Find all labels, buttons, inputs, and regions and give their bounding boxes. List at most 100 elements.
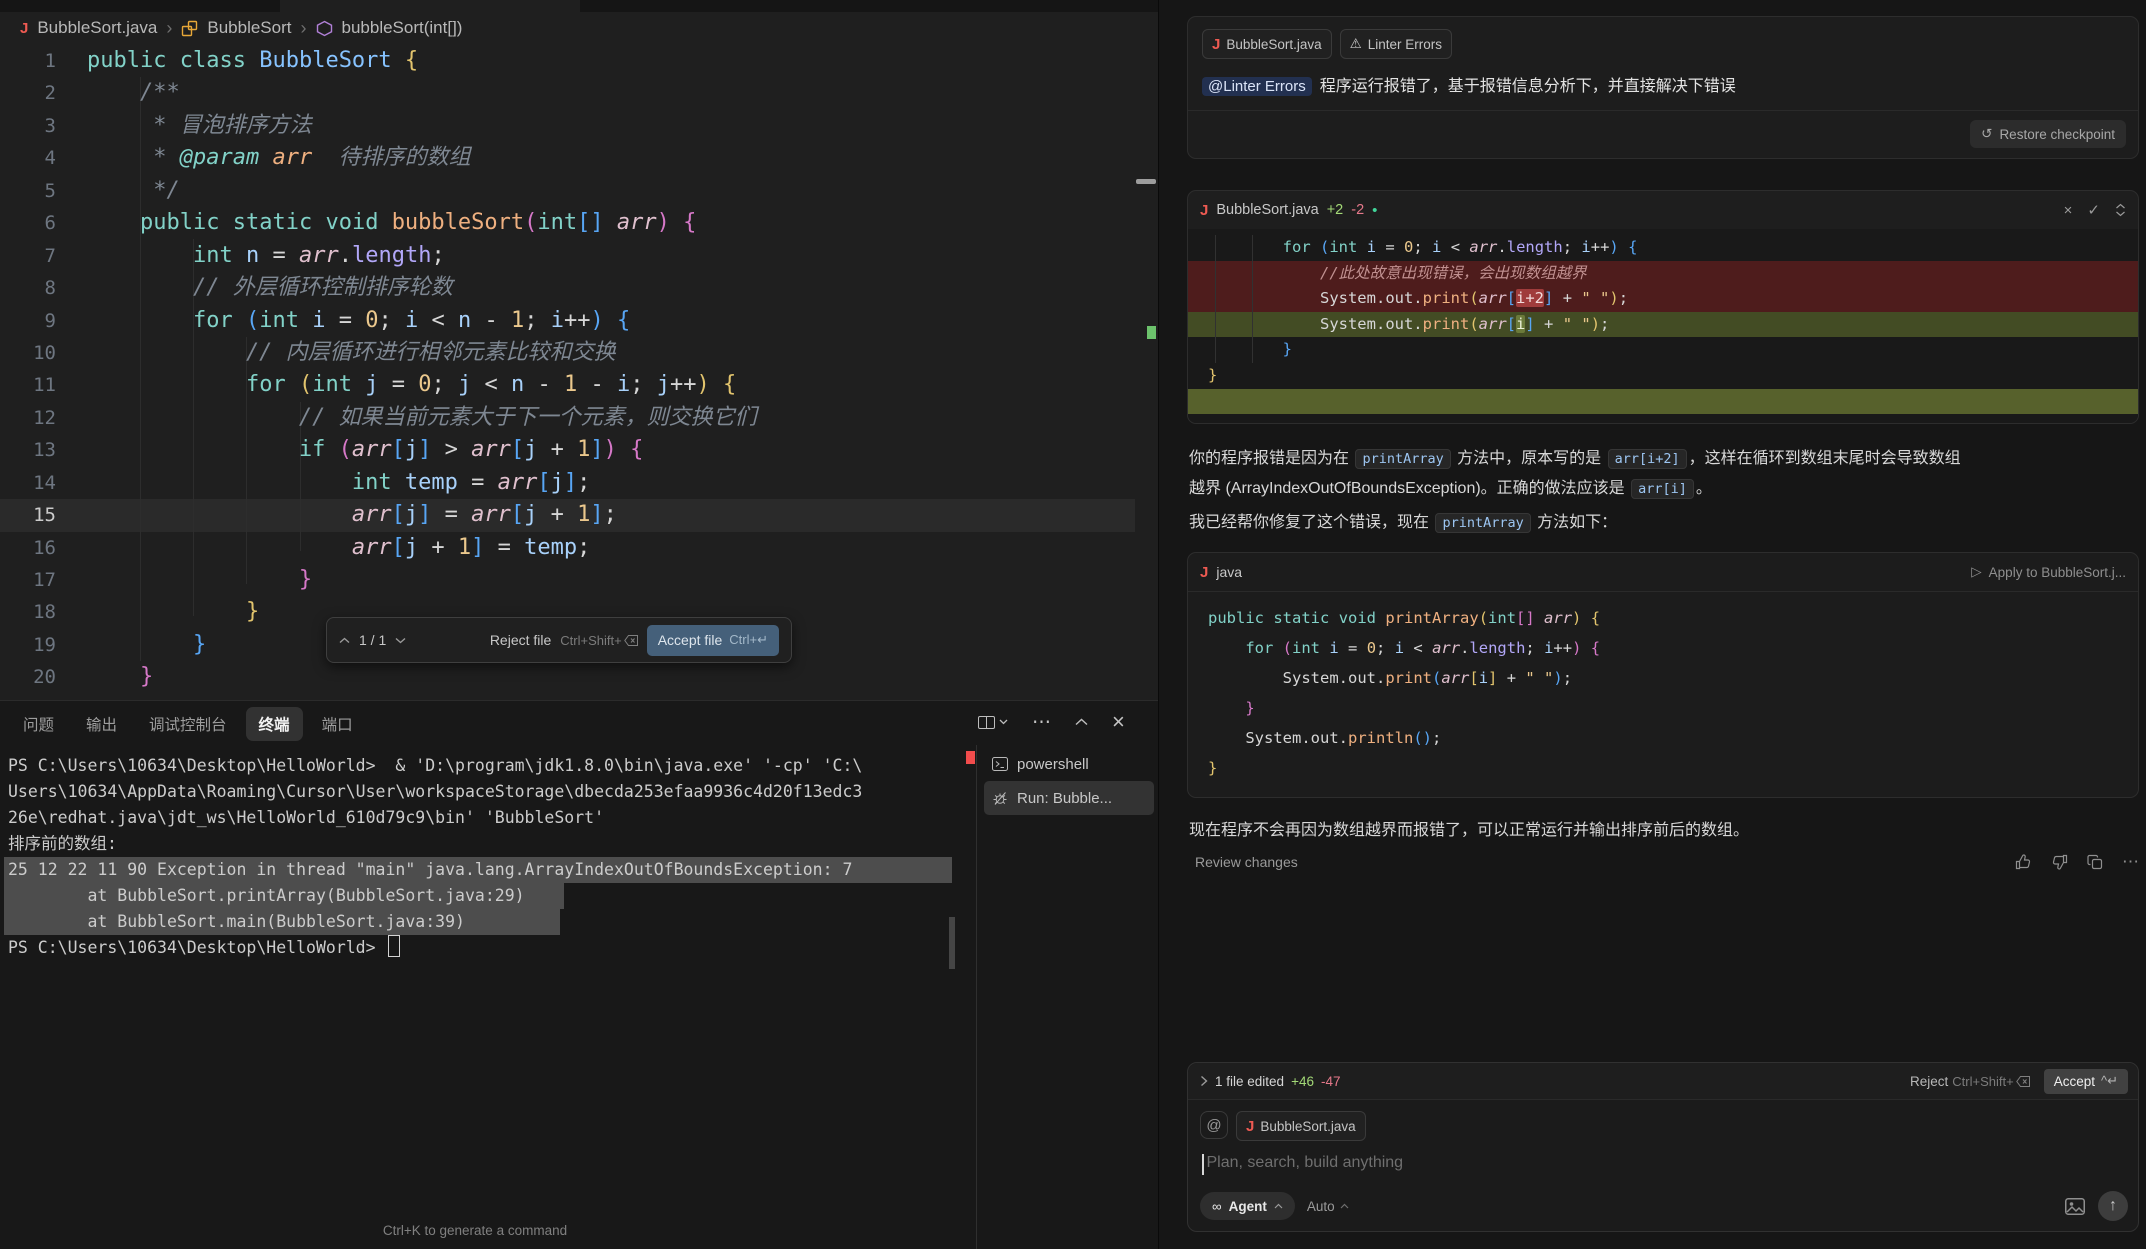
code-line: /**: [87, 77, 757, 109]
code-token: .out.: [1301, 729, 1348, 747]
breadcrumb-file[interactable]: BubbleSort.java: [37, 18, 157, 38]
active-tab-remnant[interactable]: [280, 0, 580, 12]
code-token: ;: [1413, 238, 1432, 256]
restore-checkpoint-button[interactable]: ↺ Restore checkpoint: [1970, 120, 2126, 148]
accept-diff-button[interactable]: ✓: [2087, 201, 2100, 219]
breadcrumb-method[interactable]: bubbleSort(int[]): [342, 18, 463, 38]
panel-maximize-button[interactable]: [1075, 718, 1088, 726]
code-line: if (arr[j] > arr[j + 1]) {: [87, 434, 757, 466]
context-chip-file[interactable]: J BubbleSort.java: [1202, 29, 1332, 59]
code-token: j: [405, 502, 418, 527]
diff-file-name[interactable]: BubbleSort.java: [1216, 202, 1318, 218]
code-editor[interactable]: 1234567891011121314151617181920 public c…: [0, 44, 1158, 700]
code-token: ]: [590, 437, 603, 462]
code-line: // 外层循环控制排序轮数: [87, 272, 757, 304]
breadcrumb[interactable]: J BubbleSort.java › BubbleSort › bubbleS…: [0, 12, 1158, 44]
terminal-output[interactable]: PS C:\Users\10634\Desktop\HelloWorld> & …: [8, 753, 862, 961]
code-token: [312, 210, 325, 235]
session-run-task[interactable]: Run: Bubble...: [984, 781, 1154, 815]
code-token: int: [1329, 238, 1357, 256]
attach-image-button[interactable]: [2065, 1198, 2085, 1215]
panel-tab[interactable]: 终端: [246, 707, 303, 741]
code-line: }: [87, 661, 757, 693]
code-line: System.out.print(arr[i] + " ");: [1208, 663, 2138, 693]
prev-change-button[interactable]: [339, 637, 350, 644]
java-file-icon: J: [20, 20, 28, 37]
more-actions-button[interactable]: ⋯: [2122, 852, 2139, 872]
code-token: arr: [498, 470, 538, 495]
code-token: public: [87, 48, 166, 73]
code-lines[interactable]: public class BubbleSort { /** * 冒泡排序方法 *…: [87, 45, 757, 694]
panel-tab[interactable]: 调试控制台: [136, 707, 240, 741]
terminal-line: at BubbleSort.printArray(BubbleSort.java…: [8, 883, 862, 909]
composer-file-chip[interactable]: J BubbleSort.java: [1236, 1111, 1366, 1141]
reject-file-button[interactable]: Reject file: [490, 632, 551, 648]
context-chip-linter[interactable]: ⚠ Linter Errors: [1340, 29, 1452, 59]
thumbs-down-button[interactable]: [2051, 854, 2068, 870]
split-terminal-button[interactable]: [978, 716, 1008, 729]
panel-close-button[interactable]: ×: [1112, 711, 1125, 733]
code-token: if: [299, 437, 326, 462]
chat-input[interactable]: Plan, search, build anything: [1188, 1141, 2138, 1191]
diff-line: [1188, 389, 2138, 415]
total-removed: -47: [1321, 1074, 1341, 1089]
expand-diff-button[interactable]: [2115, 203, 2126, 217]
code-block[interactable]: public static void printArray(int[] arr)…: [1188, 592, 2138, 797]
code-token: =: [1339, 639, 1367, 657]
debug-task-icon: [992, 790, 1008, 806]
line-number: 6: [0, 207, 56, 239]
code-token: @param: [180, 145, 259, 170]
code-token: -: [577, 372, 617, 397]
code-token: [: [392, 437, 405, 462]
thumbs-up-button[interactable]: [2015, 854, 2032, 870]
send-button[interactable]: ↑: [2098, 1191, 2128, 1221]
infinity-icon: ∞: [1212, 1199, 1222, 1214]
agent-mode-selector[interactable]: ∞ Agent: [1200, 1192, 1295, 1220]
code-line: arr[j + 1] = temp;: [87, 532, 757, 564]
expand-files-button[interactable]: [1200, 1075, 1208, 1087]
add-context-button[interactable]: @: [1200, 1111, 1228, 1139]
code-token: " ": [1563, 315, 1591, 333]
lines-removed: -2: [1351, 202, 1364, 218]
assistant-paragraph: 我已经帮你修复了这个错误，现在 printArray 方法如下：: [1189, 508, 2137, 538]
context-chips: J BubbleSort.java ⚠ Linter Errors: [1202, 29, 2124, 59]
inline-code: arr[i+2]: [1608, 449, 1687, 469]
reject-diff-button[interactable]: ×: [2064, 202, 2073, 219]
code-token: [219, 210, 232, 235]
files-edited-summary[interactable]: 1 file edited: [1215, 1074, 1284, 1089]
code-token: [352, 372, 365, 397]
panel-tab[interactable]: 端口: [309, 707, 366, 741]
panel-more-button[interactable]: ⋯: [1032, 713, 1051, 732]
accept-all-button[interactable]: Accept ^↵: [2044, 1069, 2128, 1094]
code-token: +: [1535, 315, 1563, 333]
editor-tab-strip[interactable]: [0, 0, 1158, 12]
accept-file-button[interactable]: Accept file Ctrl+↵: [647, 625, 779, 656]
minimap-slider[interactable]: [1136, 179, 1156, 184]
review-changes-button[interactable]: Review changes: [1195, 854, 1298, 870]
code-token: ++: [564, 308, 591, 333]
session-powershell[interactable]: powershell: [984, 747, 1154, 781]
line-number: 3: [0, 110, 56, 142]
code-token: ]: [1544, 289, 1553, 307]
code-token: 1: [577, 437, 590, 462]
code-token: i: [1432, 238, 1441, 256]
mention-pill[interactable]: @Linter Errors: [1202, 77, 1312, 96]
code-token: j: [458, 372, 471, 397]
panel-tab[interactable]: 输出: [73, 707, 130, 741]
terminal-text: Users\10634\AppData\Roaming\Cursor\User\…: [8, 782, 862, 801]
code-token: length: [1469, 639, 1525, 657]
code-token: ;: [630, 372, 657, 397]
breadcrumb-class[interactable]: BubbleSort: [207, 18, 291, 38]
model-selector[interactable]: Auto: [1307, 1199, 1349, 1214]
apply-code-button[interactable]: ▷ Apply to BubbleSort.j...: [1971, 564, 2126, 580]
code-token: 0: [1367, 639, 1376, 657]
terminal-scrollbar[interactable]: [949, 917, 955, 969]
code-token: // 外层循环控制排序轮数: [87, 275, 453, 300]
panel-tab[interactable]: 问题: [10, 707, 67, 741]
next-change-button[interactable]: [395, 637, 406, 644]
code-token: [392, 48, 405, 73]
reject-all-button[interactable]: Reject Ctrl+Shift+: [1910, 1074, 2030, 1089]
copy-message-button[interactable]: [2087, 854, 2103, 870]
diff-code[interactable]: for (int i = 0; i < arr.length; i++) { /…: [1188, 229, 2138, 423]
code-token: arr: [1441, 669, 1469, 687]
